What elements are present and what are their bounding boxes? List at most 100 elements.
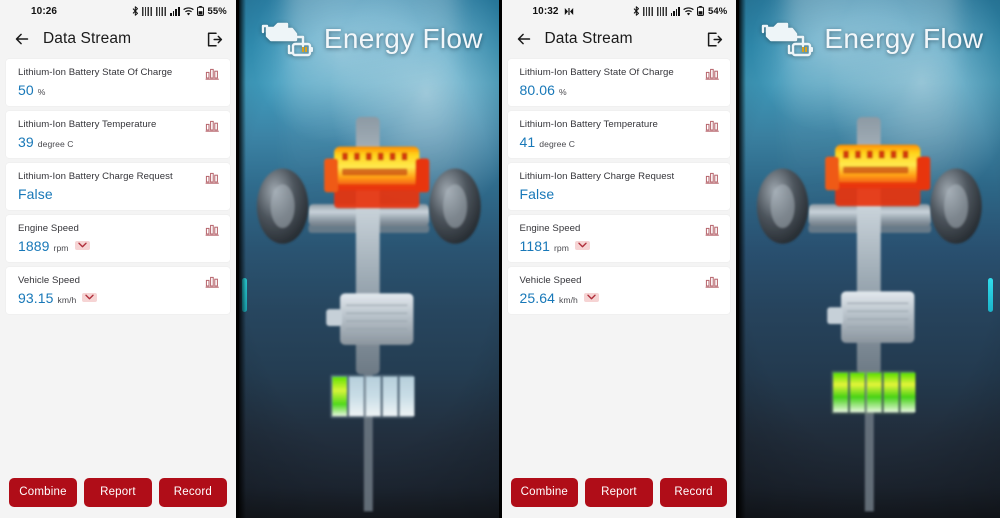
powertrain-diagram xyxy=(256,116,481,512)
parameter-value: 1889 xyxy=(18,237,50,254)
parameter-value-line: 80.06 % xyxy=(520,83,721,97)
status-bar-clock: 10:32 xyxy=(532,5,559,17)
list-item[interactable]: Lithium-Ion Battery State Of Charge 50 % xyxy=(6,59,230,106)
bar-chart-icon[interactable] xyxy=(205,119,220,133)
wifi-icon xyxy=(683,6,694,16)
chevron-down-icon[interactable] xyxy=(574,241,590,251)
parameter-label: Vehicle Speed xyxy=(519,274,582,286)
parameter-label: Lithium-Ion Battery Temperature xyxy=(519,118,658,130)
energy-flow-title-group: Energy Flow xyxy=(259,18,483,60)
energy-flow-title: Energy Flow xyxy=(824,23,984,54)
parameter-label: Lithium-Ion Battery Temperature xyxy=(18,118,157,130)
action-button-bar: Combine Report Record xyxy=(0,470,236,518)
parameter-value: 39 xyxy=(18,133,34,150)
page-title: Data Stream xyxy=(544,30,633,47)
report-button[interactable]: Report xyxy=(585,478,653,507)
bar-chart-icon[interactable] xyxy=(705,223,720,237)
report-button[interactable]: Report xyxy=(83,478,152,507)
signal-bars-icon xyxy=(670,6,681,16)
parameter-value-line: False xyxy=(520,187,721,201)
parameter-unit: rpm xyxy=(53,242,69,253)
parameter-value: False xyxy=(519,185,555,202)
chevron-down-icon[interactable] xyxy=(583,293,599,303)
combine-button[interactable]: Combine xyxy=(510,478,579,507)
parameter-value: False xyxy=(18,185,53,202)
app-header: Data Stream xyxy=(0,22,236,56)
page-title: Data Stream xyxy=(43,30,132,47)
exit-icon[interactable] xyxy=(205,30,224,49)
mute-icon xyxy=(564,7,574,16)
bar-chart-icon[interactable] xyxy=(705,67,720,81)
action-button-bar: Combine Report Record xyxy=(501,470,737,518)
parameter-value: 25.64 xyxy=(519,289,556,306)
energy-flow-photo-2: Energy Flow xyxy=(739,0,1000,518)
status-bar-right: 54% xyxy=(633,5,728,17)
list-item[interactable]: Lithium-Ion Battery State Of Charge 80.0… xyxy=(507,59,731,106)
bar-chart-icon[interactable] xyxy=(705,119,720,133)
list-item[interactable]: Lithium-Ion Battery Charge Request False xyxy=(507,162,731,210)
list-item[interactable]: Lithium-Ion Battery Temperature 39 degre… xyxy=(6,110,230,158)
bar-chart-icon[interactable] xyxy=(205,171,220,185)
parameter-label: Engine Speed xyxy=(18,222,79,234)
battery-percent-label: 55% xyxy=(207,5,227,17)
bar-chart-icon[interactable] xyxy=(705,171,720,185)
record-button[interactable]: Record xyxy=(158,478,227,507)
parameter-value: 50 xyxy=(18,81,34,98)
parameter-unit: degree C xyxy=(37,138,74,149)
list-item[interactable]: Lithium-Ion Battery Temperature 41 degre… xyxy=(507,110,731,158)
parameter-unit: degree C xyxy=(539,138,576,149)
bluetooth-icon xyxy=(633,5,640,16)
bluetooth-icon xyxy=(132,5,139,16)
parameter-label: Lithium-Ion Battery State Of Charge xyxy=(18,67,173,78)
wifi-icon xyxy=(182,6,194,16)
screenshot-collage: 10:26 55% Data Stream Lithium-Ion Batter… xyxy=(0,0,1000,518)
vpn-icon xyxy=(156,6,168,16)
status-bar: 10:26 55% xyxy=(0,0,236,22)
energy-flow-title-group: Energy Flow xyxy=(759,18,983,60)
device-2-app-screen: 10:32 54% Data Stream Lithium-Ion Batter… xyxy=(501,0,737,518)
list-item[interactable]: Vehicle Speed 25.64 km/h xyxy=(507,266,731,314)
nfc-icon xyxy=(142,6,154,16)
parameter-value-line: 39 degree C xyxy=(18,135,220,149)
data-stream-list[interactable]: Lithium-Ion Battery State Of Charge 50 %… xyxy=(0,56,236,470)
parameter-value-line: 50 % xyxy=(18,83,220,97)
battery-icon xyxy=(196,5,204,16)
combine-button[interactable]: Combine xyxy=(9,478,77,507)
parameter-unit: % xyxy=(559,86,567,97)
back-arrow-icon[interactable] xyxy=(514,29,534,49)
energy-flow-photo-1: Energy Flow xyxy=(238,0,499,518)
battery-icon xyxy=(697,5,705,16)
parameter-value: 93.15 xyxy=(18,289,54,306)
parameter-label: Lithium-Ion Battery Charge Request xyxy=(519,170,675,182)
bar-chart-icon[interactable] xyxy=(205,275,220,289)
status-bar-right: 55% xyxy=(132,5,227,17)
exit-icon[interactable] xyxy=(705,30,724,49)
list-item[interactable]: Vehicle Speed 93.15 km/h xyxy=(6,266,230,314)
list-item[interactable]: Lithium-Ion Battery Charge Request False xyxy=(6,162,230,210)
status-bar-left: 10:26 xyxy=(9,6,57,17)
engine-battery-icon xyxy=(259,18,315,60)
back-arrow-icon[interactable] xyxy=(12,29,32,49)
parameter-unit: km/h xyxy=(57,294,77,305)
parameter-value-line: 25.64 km/h xyxy=(520,291,721,305)
data-stream-list[interactable]: Lithium-Ion Battery State Of Charge 80.0… xyxy=(501,56,737,470)
parameter-value-line: 93.15 km/h xyxy=(18,291,220,305)
parameter-value-line: 1181 rpm xyxy=(520,239,721,253)
parameter-value: 1181 xyxy=(519,237,551,254)
record-button[interactable]: Record xyxy=(659,478,728,507)
parameter-value-line: 1889 rpm xyxy=(18,239,220,253)
status-bar-left: 10:32 xyxy=(511,6,574,17)
bar-chart-icon[interactable] xyxy=(205,223,220,237)
battery-percent-label: 54% xyxy=(708,5,728,17)
parameter-value: 41 xyxy=(519,133,536,150)
parameter-value-line: 41 degree C xyxy=(520,135,721,149)
signal-bars-icon xyxy=(170,6,180,16)
list-item[interactable]: Engine Speed 1889 rpm xyxy=(6,214,230,262)
bar-chart-icon[interactable] xyxy=(205,67,220,81)
bar-chart-icon[interactable] xyxy=(705,275,720,289)
chevron-down-icon[interactable] xyxy=(82,293,98,303)
energy-flow-title: Energy Flow xyxy=(323,23,483,54)
list-item[interactable]: Engine Speed 1181 rpm xyxy=(507,214,731,262)
chevron-down-icon[interactable] xyxy=(74,241,90,251)
parameter-unit: % xyxy=(37,86,46,97)
